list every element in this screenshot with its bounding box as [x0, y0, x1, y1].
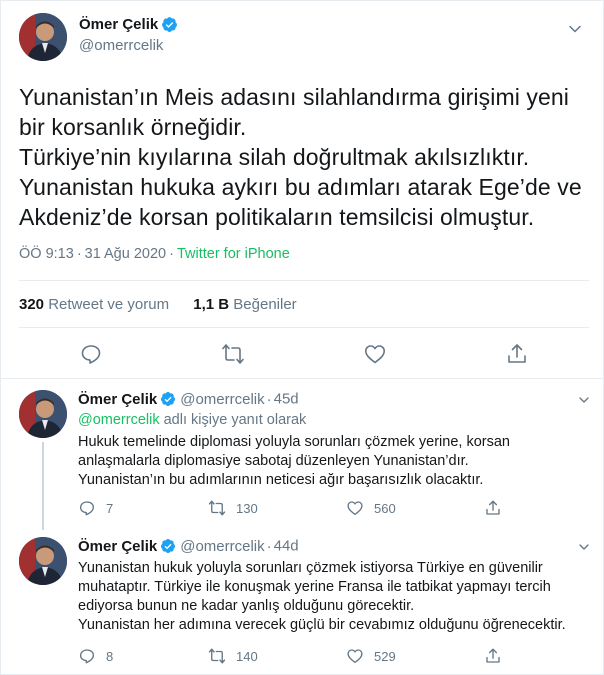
tweet-text-line: Akdeniz’de korsan politikaların temsilci… [19, 204, 535, 230]
chevron-down-icon[interactable] [576, 539, 592, 555]
reply-text-line: muhataptır. Türkiye ile konuşmak yerine … [78, 579, 551, 595]
author-handle[interactable]: @omerrcelik [79, 37, 178, 54]
author-name[interactable]: Ömer Çelik [78, 538, 157, 555]
retweet-button[interactable]: 130 [208, 499, 258, 517]
replying-to: @omerrcelik adlı kişiye yanıt olarak [78, 412, 306, 428]
like-button[interactable]: 529 [346, 647, 396, 665]
reply-time[interactable]: 45d [274, 391, 299, 408]
reply-time[interactable]: 44d [274, 538, 299, 555]
reply-icon[interactable] [79, 342, 103, 366]
tweet-stats: 320 Retweet ve yorum 1,1 B Beğeniler [19, 296, 297, 313]
tweet-text-line: Türkiye’nin kıyılarına silah doğrultmak … [19, 144, 530, 170]
tweet-text: Yunanistan’ın Meis adasını silahlandırma… [19, 82, 589, 232]
verified-badge-icon [161, 539, 176, 554]
retweet-icon [208, 500, 226, 516]
tweet-text-line: Yunanistan hukuka aykırı bu adımları ata… [19, 174, 582, 200]
reply-tweet[interactable]: Ömer Çelik @omerrcelik · 44d Yunanistan huk… [0, 537, 604, 672]
author-handle[interactable]: @omerrcelik [180, 391, 264, 408]
avatar[interactable] [19, 390, 67, 438]
meta-separator: · [266, 390, 272, 408]
retweet-button[interactable]: 140 [208, 647, 258, 665]
reply-button[interactable]: 8 [78, 647, 113, 665]
mention-link[interactable]: @omerrcelik [78, 412, 160, 428]
share-button[interactable] [484, 499, 502, 517]
share-icon [486, 500, 500, 515]
author-block[interactable]: Ömer Çelik @omerrcelik [79, 16, 178, 54]
avatar[interactable] [19, 537, 67, 585]
verified-badge-icon [161, 392, 176, 407]
retweet-icon[interactable] [221, 342, 245, 366]
retweets-stat[interactable]: 320 Retweet ve yorum [19, 296, 169, 313]
like-count: 560 [374, 500, 396, 516]
author-handle[interactable]: @omerrcelik [180, 538, 264, 555]
reply-header: Ömer Çelik @omerrcelik · 44d [78, 537, 299, 555]
like-icon [347, 649, 363, 664]
reply-actions: 7 130 560 [78, 499, 518, 517]
tweet-time[interactable]: ÖÖ 9:13 [19, 246, 74, 262]
thread-line [42, 442, 44, 530]
reply-text-line: ediyorsa bunun ne kadar yanlış olduğunu … [78, 598, 415, 614]
share-icon [486, 648, 500, 663]
meta-separator: · [76, 246, 82, 262]
like-icon[interactable] [363, 342, 387, 366]
avatar[interactable] [19, 13, 67, 61]
replying-to-label: adlı kişiye yanıt olarak [159, 412, 307, 428]
tweet-actions [0, 342, 604, 366]
main-tweet-header: Ömer Çelik @omerrcelik [19, 13, 585, 63]
reply-header: Ömer Çelik @omerrcelik · 45d [78, 390, 299, 408]
tweet-text-line: Yunanistan’ın Meis adasını silahlandırma… [19, 84, 569, 110]
author-name[interactable]: Ömer Çelik [79, 16, 158, 33]
tweet-source-link[interactable]: Twitter for iPhone [177, 246, 290, 262]
divider [19, 280, 589, 281]
retweets-label: Retweet ve yorum [48, 296, 170, 313]
like-button[interactable]: 560 [346, 499, 396, 517]
chevron-down-icon[interactable] [576, 392, 592, 408]
retweet-count: 130 [236, 500, 258, 516]
reply-text-line: anlaşmalarla diplomasiye sabotaj düzenle… [78, 453, 469, 469]
retweet-count: 140 [236, 648, 258, 664]
reply-text-line: Yunanistan hukuk yoluyla sorunları çözme… [78, 560, 543, 576]
author-name[interactable]: Ömer Çelik [78, 391, 157, 408]
like-count: 529 [374, 648, 396, 664]
reply-button[interactable]: 7 [78, 499, 113, 517]
reply-count: 7 [106, 500, 114, 516]
likes-stat[interactable]: 1,1 B Beğeniler [193, 296, 296, 313]
tweet-text-line: bir korsanlık örneğidir. [19, 114, 247, 140]
tweet-meta: ÖÖ 9:13 · 31 Ağu 2020 · Twitter for iPhone [19, 246, 290, 262]
reply-count: 8 [106, 648, 114, 664]
share-icon[interactable] [505, 342, 529, 366]
reply-tweet[interactable]: Ömer Çelik @omerrcelik · 45d @omerrcelik ad… [0, 390, 604, 530]
chevron-down-icon[interactable] [565, 19, 585, 39]
verified-badge-icon [162, 17, 178, 33]
reply-text-line: Yunanistan’ın bu adımlarının neticesi ağ… [78, 472, 484, 488]
reply-text: Hukuk temelinde diplomasi yoluyla sorunl… [78, 433, 583, 490]
likes-count: 1,1 B [193, 296, 230, 313]
reply-text-line: Hukuk temelinde diplomasi yoluyla sorunl… [78, 434, 510, 450]
retweets-count: 320 [19, 296, 45, 313]
reply-icon [79, 501, 95, 516]
share-button[interactable] [484, 647, 502, 665]
like-icon [347, 501, 363, 516]
meta-separator: · [169, 246, 174, 262]
tweet-date[interactable]: 31 Ağu 2020 [85, 246, 166, 262]
reply-actions: 8 140 529 [78, 647, 518, 665]
meta-separator: · [266, 537, 272, 555]
reply-text: Yunanistan hukuk yoluyla sorunları çözme… [78, 559, 583, 635]
likes-label: Beğeniler [233, 296, 297, 313]
divider [19, 327, 589, 328]
retweet-icon [208, 648, 226, 664]
divider [0, 378, 604, 379]
reply-text-line: Yunanistan her adımına verecek güçlü bir… [78, 617, 566, 633]
reply-icon [79, 649, 95, 664]
